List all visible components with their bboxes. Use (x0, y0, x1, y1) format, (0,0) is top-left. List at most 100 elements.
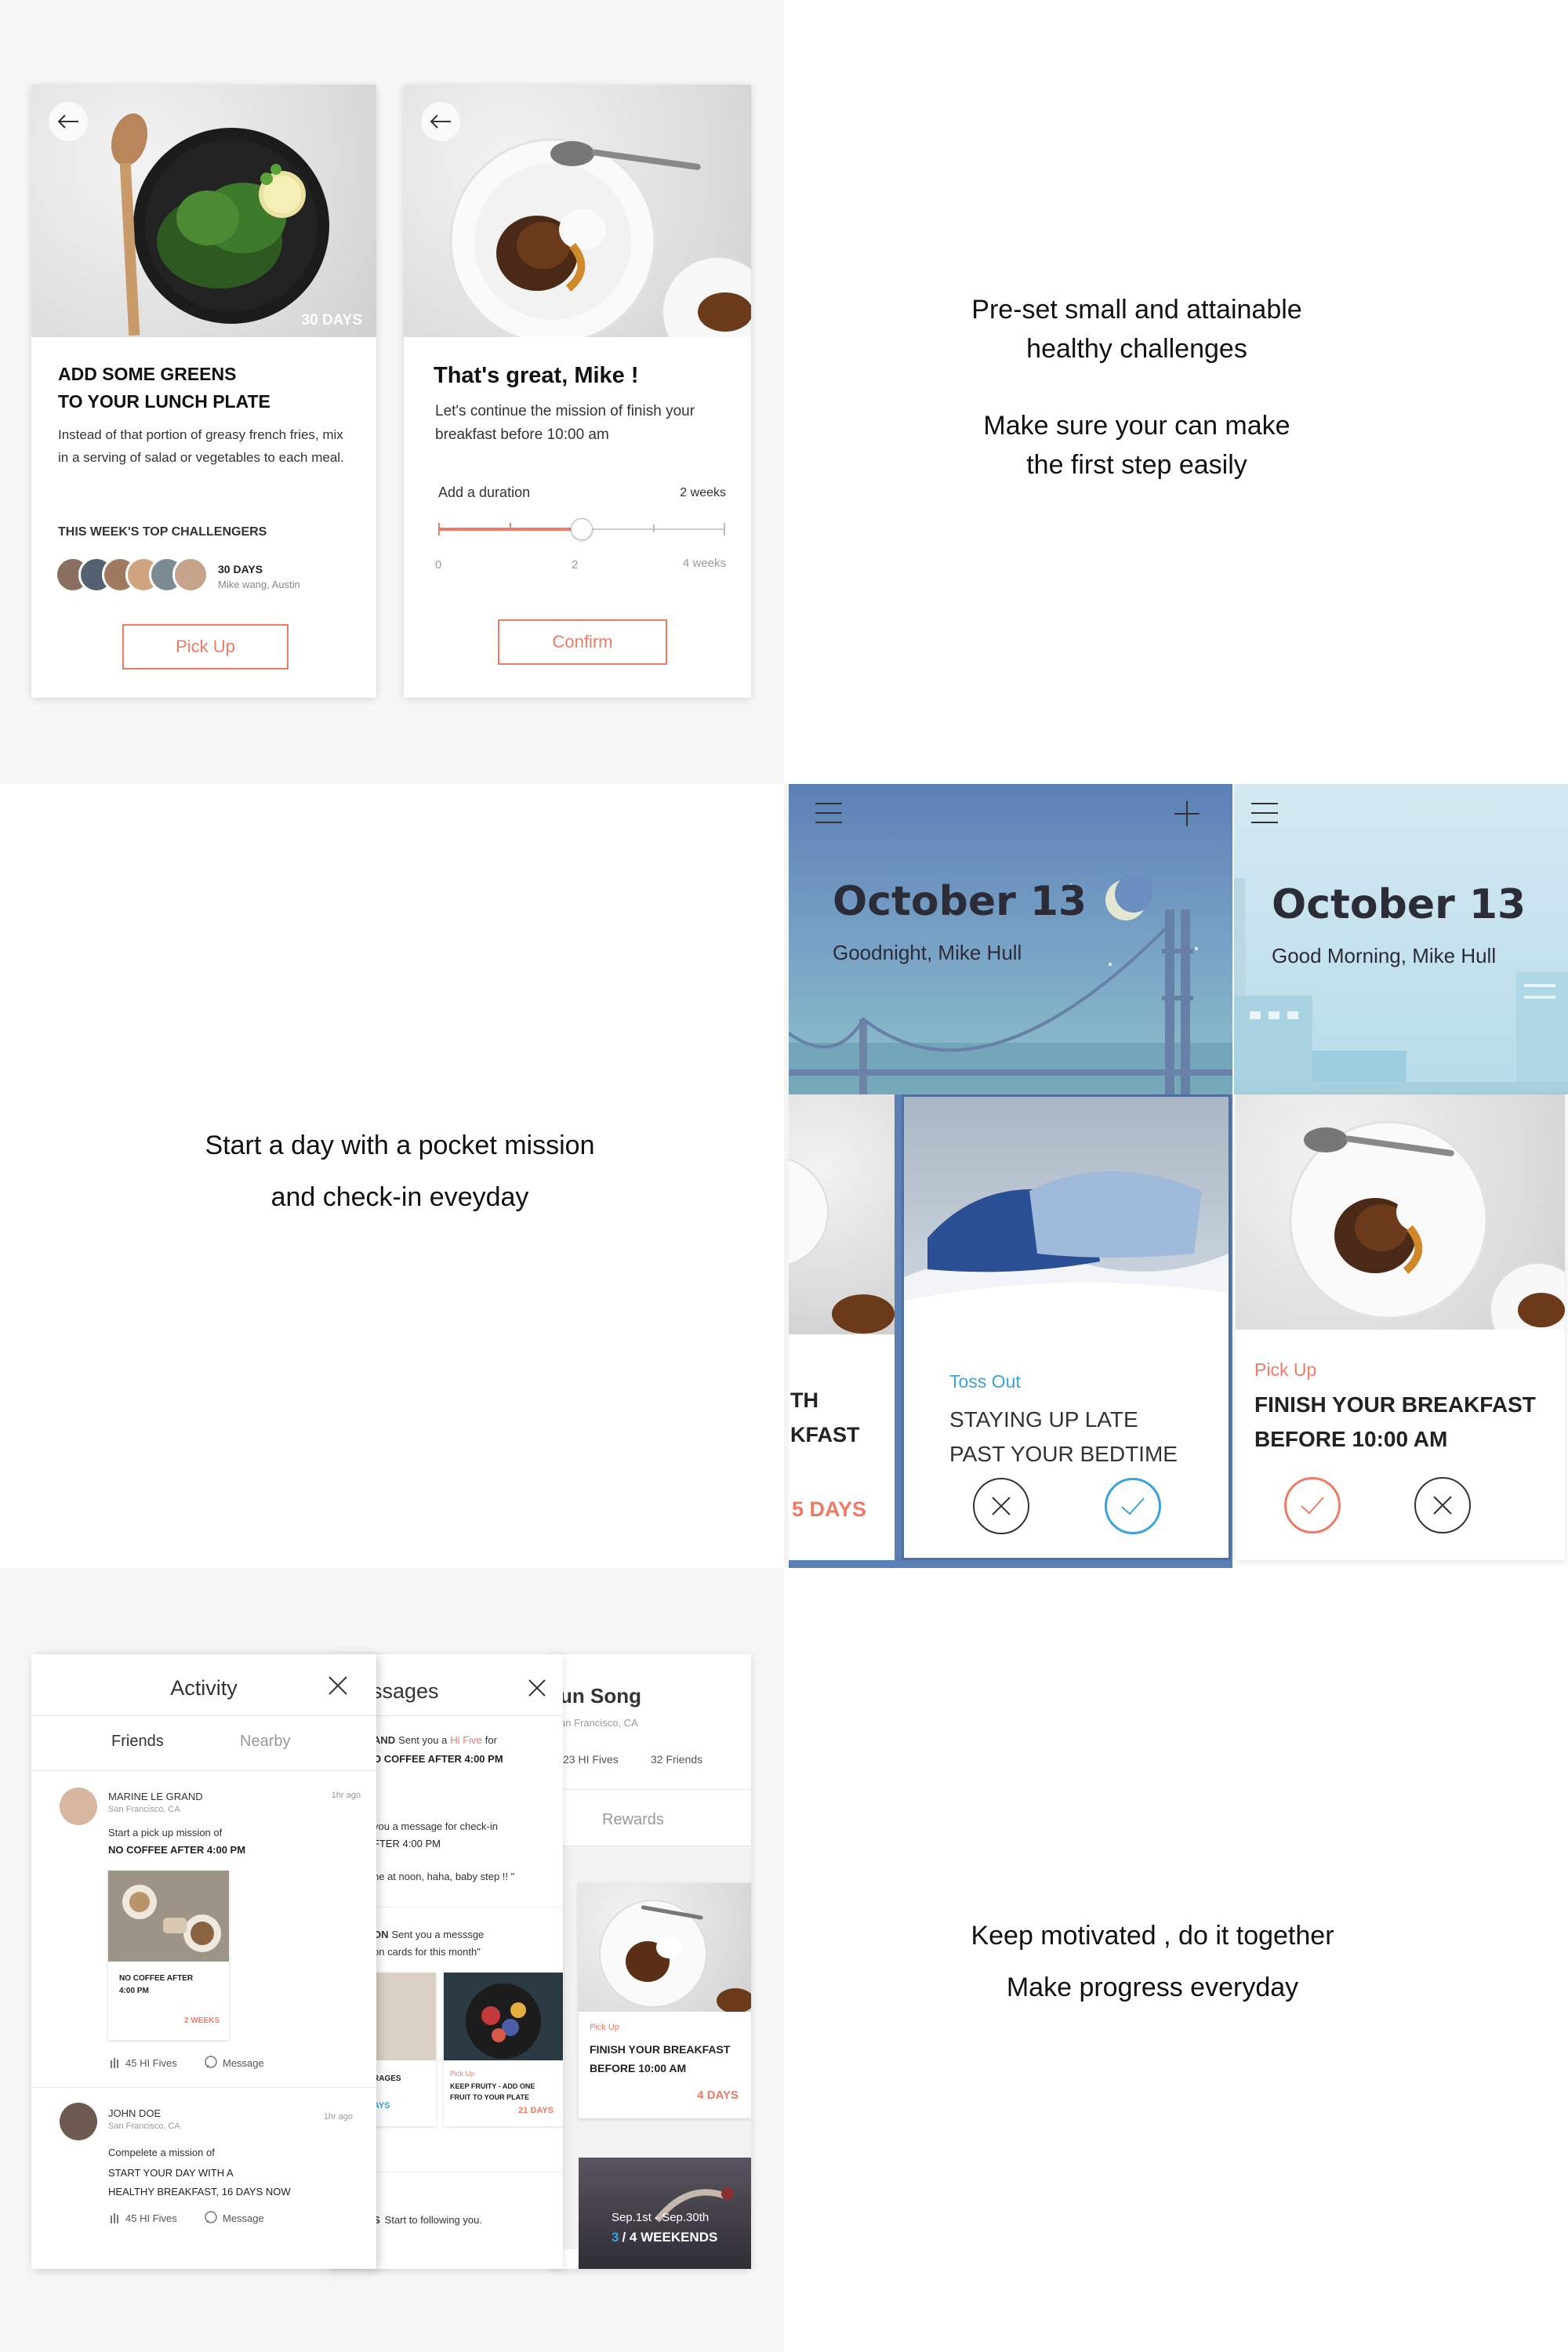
avatar[interactable] (60, 1788, 97, 1825)
check-icon (1301, 1497, 1324, 1515)
tile-title-line1: FINISH YOUR BREAKFAST (590, 2043, 731, 2056)
message-quote: ne at noon, haha, baby step !! " (373, 1871, 515, 1882)
tile-status: Pick Up (590, 2023, 619, 2032)
peek-title-line2: KFAST (790, 1423, 860, 1446)
shared-tile[interactable]: RAGES AYS (373, 1973, 436, 2126)
mission-title-line2: BEFORE 10:00 AM (1254, 1427, 1448, 1451)
shared-tile[interactable]: Pick Up KEEP FRUITY - ADD ONE FRUIT TO Y… (444, 1973, 563, 2126)
caption-line: Start a day with a pocket mission (205, 1131, 595, 1160)
challenge-title-line2: TO YOUR LUNCH PLATE (58, 391, 270, 412)
caption-pocket-mission: Start a day with a pocket mission and ch… (133, 1120, 666, 1223)
tile-photo (373, 1973, 436, 2060)
days-badge: 30 DAYS (301, 312, 362, 328)
menu-icon[interactable] (814, 801, 844, 825)
page: 30 DAYS ADD SOME GREENS TO YOUR LUNCH PL… (0, 0, 1568, 2352)
pick-up-button[interactable]: Pick Up (122, 624, 289, 670)
tab-rewards[interactable]: Rewards (602, 1811, 664, 1829)
message-text: you a message for check-in (373, 1820, 498, 1832)
caption-line: healthy challenges (1026, 334, 1247, 364)
tile-days: 2 WEEKS (183, 2016, 220, 2025)
back-button[interactable] (49, 102, 88, 141)
hi-five-link[interactable]: Hi Five (450, 1734, 481, 1746)
message-label: Message (223, 2212, 264, 2224)
morning-screen: October 13 Good Morning, Mike Hull Pick … (1234, 784, 1568, 1568)
mission-tile[interactable]: NO COFFEE AFTER 4:00 PM 2 WEEKS (108, 1871, 229, 2040)
morning-sky: October 13 Good Morning, Mike Hull (1234, 784, 1568, 1094)
friends-count: 32 Friends (651, 1753, 703, 1766)
duration-slider[interactable] (438, 514, 725, 546)
peek-card[interactable]: TH KFAST 5 DAYS (789, 1094, 895, 1560)
close-icon (1433, 1496, 1452, 1515)
slider-tick (510, 523, 511, 531)
message-quote: on cards for this month" (373, 1946, 481, 1958)
avatar[interactable] (60, 2103, 97, 2140)
tile-title: NO COFFEE AFTER 4:00 PM (119, 1974, 194, 1995)
tile-status: Pick Up (450, 2070, 475, 2078)
back-arrow-icon (430, 114, 451, 129)
night-greeting: Goodnight, Mike Hull (833, 941, 1022, 964)
friend-name[interactable]: MARINE LE GRAND (108, 1791, 203, 1802)
challenger-days: 30 DAYS (218, 563, 263, 575)
toss-out-button[interactable] (1414, 1477, 1471, 1534)
caption-challenges: Pre-set small and attainable healthy cha… (894, 290, 1380, 485)
caption-motivation: Keep motivated , do it together Make pro… (894, 1910, 1411, 2013)
mission-message: Let's continue the mission of finish you… (435, 403, 695, 443)
avatar (172, 557, 209, 593)
challenger-names: Mike wang, Austin (218, 579, 300, 590)
hi-fives-count: 45 HI Fives (125, 2212, 177, 2224)
tab-friends[interactable]: Friends (111, 1733, 164, 1751)
check-in-button[interactable] (1105, 1478, 1161, 1534)
mission-card-morning[interactable]: Pick Up FINISH YOUR BREAKFAST BEFORE 10:… (1236, 1094, 1568, 1560)
tile-title-line2: BEFORE 10:00 AM (590, 2062, 687, 2074)
slider-tick (653, 524, 655, 532)
caption-line: Pre-set small and attainable (971, 295, 1302, 325)
hi-five-action[interactable]: 45 HI Fives (108, 2211, 177, 2225)
challenge-title-line1: ADD SOME GREENS (58, 364, 237, 384)
tile-days: 21 DAYS (518, 2106, 554, 2115)
mission-title-line1: STAYING UP LATE (949, 1407, 1138, 1432)
status-label: Toss Out (949, 1371, 1021, 1392)
hi-five-action[interactable]: 45 HI Fives (108, 2056, 177, 2070)
event-tile[interactable]: Sep.1st - Sep.30th 3 / 4 WEEKENDS (579, 2158, 751, 2269)
message-action[interactable]: Message (204, 2211, 264, 2225)
challenger-avatars[interactable] (55, 557, 212, 596)
greeting-title: That's great, Mike ! (434, 363, 639, 388)
mission-name: O COFFEE AFTER 4:00 PM (373, 1753, 503, 1765)
slider-max-label: 4 weeks (682, 557, 726, 570)
back-button[interactable] (421, 102, 460, 141)
friend-name[interactable]: JOHN DOE (108, 2107, 161, 2119)
menu-icon[interactable] (1250, 801, 1279, 825)
message-text: Sent you a messsge (391, 1929, 485, 1940)
night-date: October 13 (833, 878, 1087, 925)
night-sky: October 13 Goodnight, Mike Hull (789, 784, 1232, 1094)
peek-photo (789, 1094, 895, 1334)
fruit-photo (444, 1973, 563, 2060)
add-icon[interactable] (1173, 800, 1201, 828)
chat-bubble-icon (205, 2211, 217, 2223)
mission-card-night[interactable]: Toss Out STAYING UP LATE PAST YOUR BEDTI… (902, 1094, 1231, 1560)
divider (31, 1770, 376, 1771)
slider-tick (724, 523, 725, 535)
tab-nearby[interactable]: Nearby (240, 1733, 290, 1751)
hand-icon (111, 2058, 118, 2068)
profile-mission-tile[interactable]: Pick Up FINISH YOUR BREAKFAST BEFORE 10:… (579, 1883, 751, 2118)
challenge-card: 30 DAYS ADD SOME GREENS TO YOUR LUNCH PL… (31, 85, 376, 698)
timestamp: 1hr ago (331, 1791, 361, 1800)
close-icon[interactable] (327, 1675, 349, 1697)
message-action[interactable]: Message (204, 2056, 264, 2070)
hi-fives-count: 23 HI Fives (563, 1753, 619, 1766)
challengers-heading: THIS WEEK'S TOP CHALLENGERS (58, 525, 267, 539)
activity-mission-line2: HEALTHY BREAKFAST, 16 DAYS NOW (108, 2186, 291, 2198)
slider-knob[interactable] (571, 518, 593, 540)
toss-out-button[interactable] (973, 1478, 1029, 1534)
sender-name: AND (373, 1734, 396, 1746)
bed-photo (904, 1097, 1229, 1337)
message-text: Sent you a (398, 1734, 448, 1746)
close-icon[interactable] (527, 1678, 547, 1698)
profile-name: un Song (560, 1684, 641, 1708)
mission-title-line1: FINISH YOUR BREAKFAST (1254, 1392, 1536, 1417)
check-in-button[interactable] (1284, 1477, 1341, 1534)
confirm-button[interactable]: Confirm (498, 619, 667, 665)
activity-action: Start a pick up mission of (108, 1827, 223, 1838)
peek-days: 5 DAYS (792, 1497, 867, 1521)
